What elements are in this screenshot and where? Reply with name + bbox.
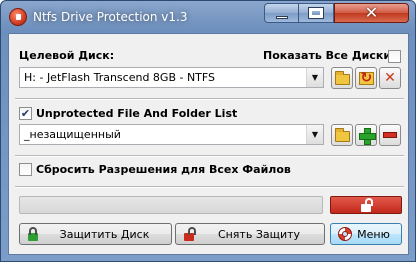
disk-select[interactable]: H: - JetFlash Transcend 8GB - NTFS ▼ [19, 67, 324, 88]
close-icon: ✕ [364, 3, 379, 22]
remove-protection-label: Снять Защиту [217, 227, 301, 241]
chevron-down-icon[interactable]: ▼ [306, 68, 323, 87]
remove-item-button[interactable] [379, 124, 401, 146]
unlock-icon [184, 226, 196, 241]
unprotected-list-label: Unprotected File And Folder List [36, 107, 238, 120]
menu-label: Меню [357, 227, 390, 241]
reset-permissions-label: Сбросить Разрешения для Всех Файлов [36, 163, 291, 176]
divider [15, 98, 404, 100]
refresh-icon [358, 70, 374, 86]
divider [15, 186, 404, 188]
unprotected-list-select[interactable]: _незащищенный ▼ [19, 124, 324, 145]
add-item-button[interactable] [355, 124, 377, 146]
lock-icon [28, 226, 38, 241]
close-button[interactable]: ✕ [334, 3, 409, 23]
target-disk-label: Целевой Диск: [19, 49, 115, 62]
plus-icon [358, 127, 376, 145]
maximize-icon [308, 7, 324, 19]
disk-select-value: H: - JetFlash Transcend 8GB - NTFS [24, 71, 216, 84]
reset-permissions-checkbox[interactable] [19, 163, 32, 176]
window-title: Ntfs Drive Protection v1.3 [33, 10, 188, 24]
title-bar[interactable]: Ntfs Drive Protection v1.3 ✕ [1, 1, 415, 33]
unprotected-list-checkbox[interactable]: ✔ [19, 107, 32, 120]
maximize-button[interactable] [299, 3, 334, 23]
unlock-icon [361, 197, 373, 212]
browse-folder-button[interactable] [331, 124, 353, 146]
protect-disk-label: Защитить Диск [59, 227, 150, 241]
show-all-disks-checkbox[interactable] [388, 50, 401, 63]
divider [15, 155, 404, 157]
app-window: Ntfs Drive Protection v1.3 ✕ Целевой Дис… [0, 0, 416, 262]
protect-disk-button[interactable]: Защитить Диск [19, 223, 172, 245]
minimize-button[interactable] [264, 3, 299, 23]
refresh-disks-button[interactable] [355, 67, 377, 89]
folder-icon [334, 127, 350, 142]
browse-disk-button[interactable] [331, 67, 353, 89]
lifebuoy-icon [338, 227, 352, 241]
show-all-disks-label: Показать Все Диски [263, 49, 392, 62]
minus-icon [383, 132, 397, 138]
tools-button[interactable] [379, 67, 401, 89]
folder-icon [334, 70, 350, 85]
client-area: Целевой Диск: Показать Все Диски H: - Je… [8, 33, 409, 255]
checkmark-icon: ✔ [20, 107, 31, 120]
tools-icon [384, 70, 396, 86]
progress-bar [19, 196, 323, 214]
unlock-action-button[interactable] [330, 196, 402, 214]
menu-button[interactable]: Меню [330, 223, 402, 245]
remove-protection-button[interactable]: Снять Защиту [175, 223, 325, 245]
minimize-icon [275, 15, 288, 19]
unprotected-list-value: _незащищенный [24, 128, 121, 141]
app-icon [9, 8, 27, 26]
chevron-down-icon[interactable]: ▼ [306, 125, 323, 144]
